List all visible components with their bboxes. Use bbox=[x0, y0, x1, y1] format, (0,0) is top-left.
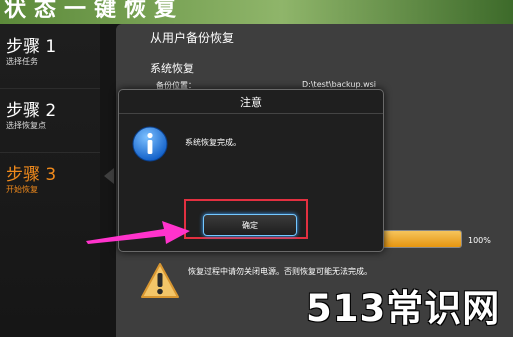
warning-text: 恢复过程中请勿关闭电源。否则恢复可能无法完成。 bbox=[188, 267, 372, 276]
confirm-button[interactable]: 确定 bbox=[203, 214, 297, 236]
sidebar: 步骤 1 选择任务 步骤 2 选择恢复点 步骤 3 开始恢复 bbox=[0, 24, 100, 337]
sidebar-step-3[interactable]: 步骤 3 开始恢复 bbox=[0, 152, 100, 216]
step-subtitle: 选择任务 bbox=[6, 57, 38, 66]
sidebar-step-2[interactable]: 步骤 2 选择恢复点 bbox=[0, 88, 100, 153]
dialog-divider bbox=[119, 113, 383, 114]
sidebar-step-1[interactable]: 步骤 1 选择任务 bbox=[0, 24, 100, 89]
subsection-title: 系统恢复 bbox=[150, 62, 194, 75]
annotation-arrow-icon bbox=[86, 221, 190, 244]
step-subtitle: 选择恢复点 bbox=[6, 121, 46, 130]
app-header: 状态一键恢复 bbox=[0, 0, 513, 24]
progress-percent: 100% bbox=[468, 236, 491, 245]
step-subtitle: 开始恢复 bbox=[6, 185, 38, 194]
step-title: 步骤 2 bbox=[6, 101, 57, 121]
active-step-caret bbox=[104, 168, 114, 184]
section-title: 从用户备份恢复 bbox=[150, 31, 235, 45]
step-title: 步骤 3 bbox=[6, 165, 57, 185]
backup-location-value: D:\test\backup.wsi bbox=[302, 80, 376, 89]
progress-bar bbox=[376, 230, 462, 248]
dialog-title: 注意 bbox=[240, 96, 262, 109]
step-title: 步骤 1 bbox=[6, 37, 57, 57]
warning-icon bbox=[141, 263, 179, 298]
app-title: 状态一键恢复 bbox=[4, 0, 185, 22]
dialog-message: 系统恢复完成。 bbox=[185, 138, 241, 147]
progress-fill bbox=[377, 231, 461, 247]
watermark: 513常识网 bbox=[306, 287, 501, 330]
info-icon bbox=[132, 126, 168, 162]
